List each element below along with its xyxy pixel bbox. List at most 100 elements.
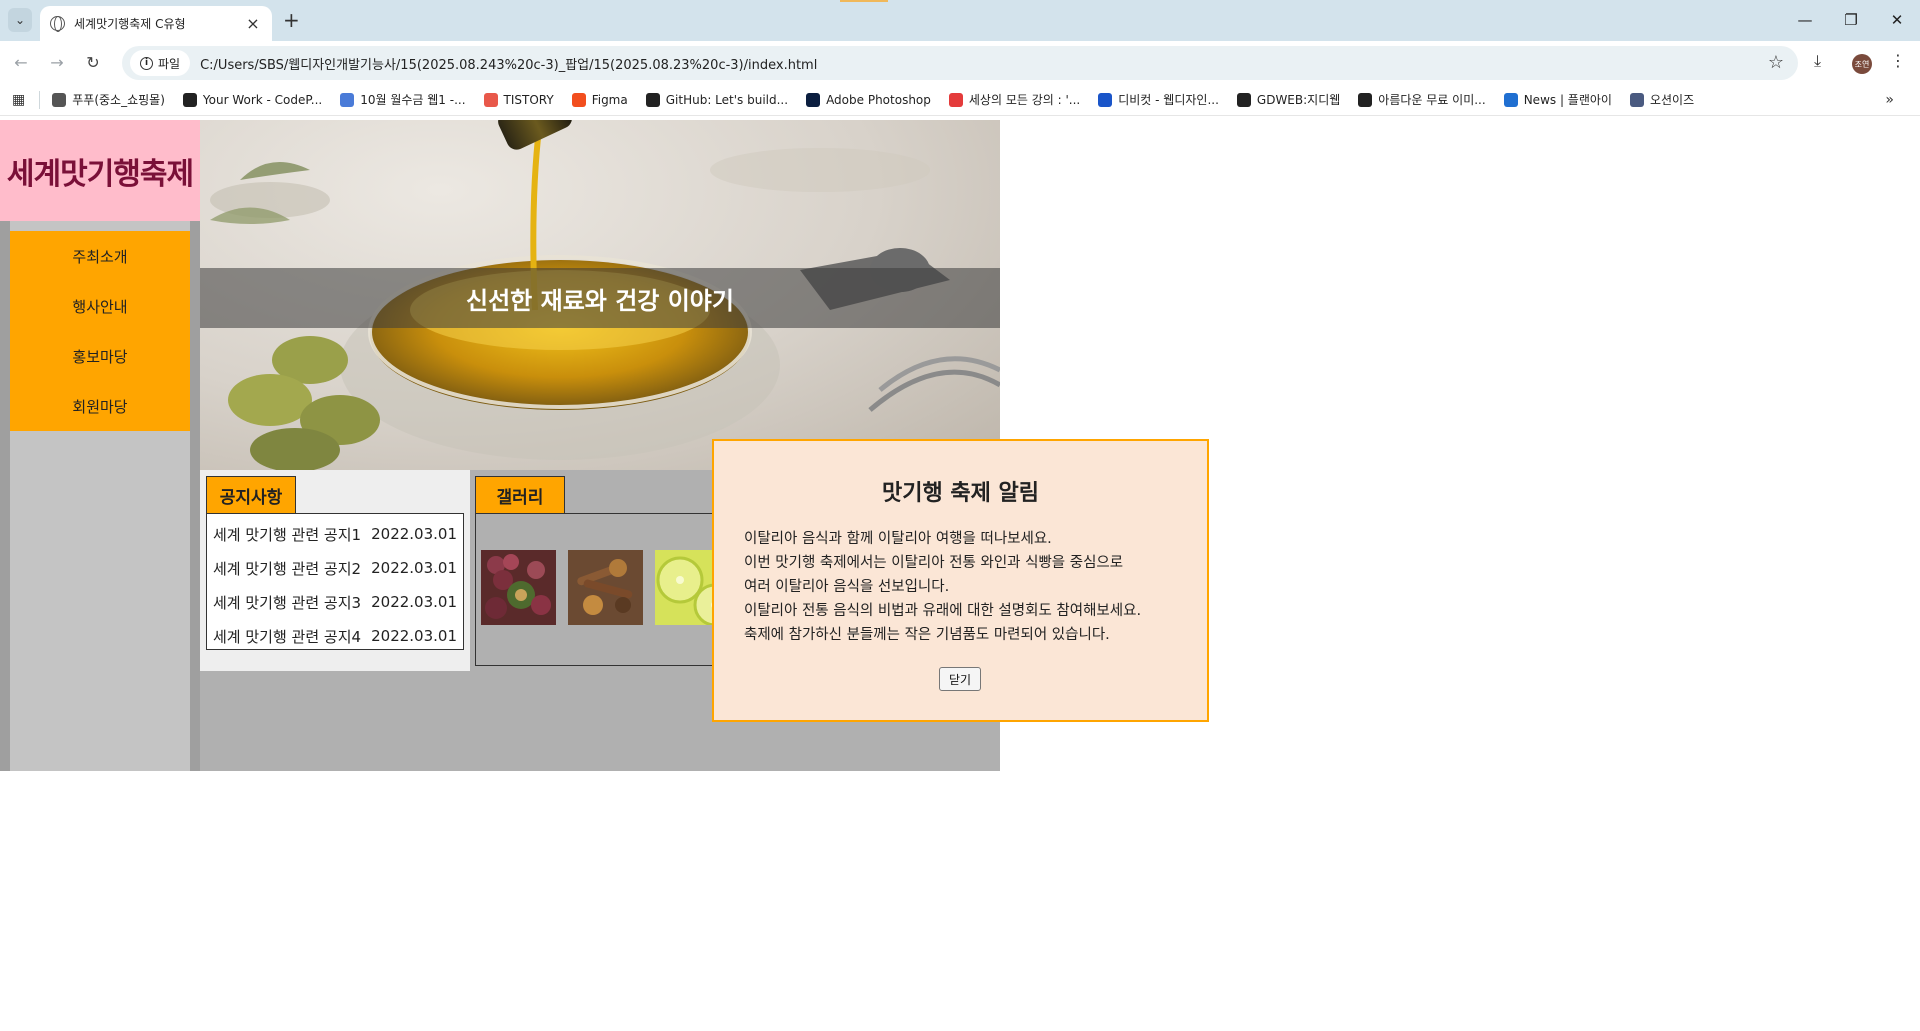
photoshop-icon: [806, 92, 821, 107]
hero-title: 신선한 재료와 건강 이야기: [466, 286, 734, 315]
address-bar[interactable]: i 파일 C:/Users/SBS/웹디자인개발기능사/15(2025.08.2…: [122, 46, 1798, 80]
bookmark-label: 디비컷 - 웹디자인...: [1118, 93, 1219, 107]
bookmark-label: 10월 월수금 웹1 -...: [360, 93, 466, 107]
gallery-tab[interactable]: 갤러리: [475, 476, 565, 514]
new-tab-plus-icon[interactable]: +: [283, 9, 300, 31]
notice-row[interactable]: 세계 맛기행 관련 공지4 2022.03.01: [207, 619, 463, 653]
tistory-icon: [483, 92, 498, 107]
bookmark-item[interactable]: Your Work - CodeP...: [182, 92, 322, 107]
apps-grid-icon[interactable]: ▦: [12, 92, 25, 108]
hero-slide: 신선한 재료와 건강 이야기: [200, 120, 1000, 470]
bookmark-label: 푸푸(중소_쇼핑몰): [72, 93, 165, 107]
gallery-thumb-grapes[interactable]: [481, 550, 556, 625]
unsplash-icon: [1358, 92, 1373, 107]
popup-line: 이번 맛기행 축제에서는 이탈리아 전통 와인과 식빵을 중심으로: [744, 555, 1124, 571]
bookmark-item[interactable]: GDWEB:지디웹: [1236, 91, 1341, 108]
gdweb-icon: [1236, 92, 1251, 107]
popup-line: 여러 이탈리아 음식을 선보입니다.: [744, 579, 950, 595]
bookmark-item[interactable]: News | 플랜아이: [1503, 91, 1612, 108]
popup-body: 이탈리아 음식과 함께 이탈리아 여행을 떠나보세요. 이번 맛기행 축제에서는…: [744, 527, 1194, 647]
notice-title[interactable]: 세계 맛기행 관련 공지2: [213, 558, 361, 579]
bookmark-label: 아름다운 무료 이미...: [1378, 93, 1486, 107]
bookmark-label: News | 플랜아이: [1523, 93, 1612, 107]
gallery-thumb-spices[interactable]: [568, 550, 643, 625]
bookmark-label: GDWEB:지디웹: [1256, 93, 1341, 107]
download-icon[interactable]: ⤓: [1814, 51, 1821, 71]
notice-date: 2022.03.01: [371, 627, 457, 645]
bookmark-item[interactable]: 푸푸(중소_쇼핑몰): [52, 91, 165, 108]
popup-line: 이탈리아 전통 음식의 비법과 유래에 대한 설명회도 참여해보세요.: [744, 603, 1142, 619]
info-icon: [1503, 92, 1518, 107]
globe-icon: [50, 16, 65, 32]
bookmark-item[interactable]: 세상의 모든 강의 : '...: [948, 91, 1081, 108]
bookmark-item[interactable]: Adobe Photoshop: [806, 92, 931, 107]
bookmark-item[interactable]: GitHub: Let's build...: [645, 92, 789, 107]
hero-title-band: 신선한 재료와 건강 이야기: [200, 268, 1000, 328]
bookmark-item[interactable]: 디비컷 - 웹디자인...: [1098, 91, 1219, 108]
restore-icon[interactable]: ❐: [1828, 0, 1874, 40]
folder-icon: [52, 92, 67, 107]
minimize-icon[interactable]: —: [1782, 0, 1828, 40]
popup-title: 맛기행 축제 알림: [882, 481, 1039, 506]
bookmark-label: Figma: [591, 92, 628, 107]
menu-item-events[interactable]: 행사안내: [10, 281, 190, 331]
file-chip-label: 파일: [158, 56, 181, 71]
bookmark-label: Adobe Photoshop: [826, 92, 931, 107]
popup-line: 축제에 참가하신 분들께는 작은 기념품도 마련되어 있습니다.: [744, 627, 1110, 643]
popup-close-button[interactable]: 닫기: [939, 667, 981, 691]
forward-arrow-icon[interactable]: →: [46, 51, 68, 73]
site-info-chip[interactable]: i 파일: [130, 50, 191, 76]
menu-item-host[interactable]: 주최소개: [10, 231, 190, 281]
play-icon: [948, 92, 963, 107]
notice-tab[interactable]: 공지사항: [206, 476, 296, 514]
tab-close-icon[interactable]: ×: [244, 14, 262, 33]
bookmark-item[interactable]: 오션이즈: [1629, 91, 1695, 108]
bookmark-star-icon[interactable]: ☆: [1768, 52, 1784, 73]
codepen-icon: [182, 92, 197, 107]
browser-toolbar: ← → ↻ i 파일 C:/Users/SBS/웹디자인개발기능사/15(202…: [0, 41, 1920, 84]
main-menu: 주최소개 행사안내 홍보마당 회원마당: [10, 231, 190, 431]
sidebar: 주최소개 행사안내 홍보마당 회원마당: [0, 221, 200, 771]
menu-item-members[interactable]: 회원마당: [10, 381, 190, 431]
notice-list: 세계 맛기행 관련 공지1 2022.03.01 세계 맛기행 관련 공지2 2…: [206, 513, 464, 650]
bookmark-item[interactable]: TISTORY: [483, 92, 554, 107]
notice-row[interactable]: 세계 맛기행 관련 공지2 2022.03.01: [207, 551, 463, 585]
bookmark-item[interactable]: Figma: [571, 92, 628, 107]
bookmarks-overflow-icon[interactable]: »: [1885, 92, 1894, 108]
info-icon: i: [140, 56, 153, 70]
tab-bar-accent: [840, 0, 888, 2]
back-arrow-icon[interactable]: ←: [10, 51, 32, 73]
notice-date: 2022.03.01: [371, 525, 457, 543]
notice-title[interactable]: 세계 맛기행 관련 공지3: [213, 592, 361, 613]
site-logo[interactable]: 세계맛기행축제: [7, 149, 194, 193]
notice-row[interactable]: 세계 맛기행 관련 공지1 2022.03.01: [207, 517, 463, 551]
notice-title[interactable]: 세계 맛기행 관련 공지1: [213, 524, 361, 545]
notice-date: 2022.03.01: [371, 559, 457, 577]
tab-title: 세계맛기행축제 C유형: [74, 17, 186, 31]
tab-search-chevron-icon[interactable]: ⌄: [8, 8, 32, 32]
window-close-icon[interactable]: ✕: [1874, 0, 1920, 40]
figma-icon: [571, 92, 586, 107]
bookmark-label: 오션이즈: [1649, 93, 1695, 107]
browser-tab-bar: ⌄ 세계맛기행축제 C유형 × + — ❐ ✕: [0, 0, 1920, 41]
bookmarks-divider: [39, 90, 41, 109]
menu-item-promotion[interactable]: 홍보마당: [10, 331, 190, 381]
profile-avatar[interactable]: 조연: [1852, 54, 1872, 74]
bookmark-label: 세상의 모든 강의 : '...: [968, 93, 1081, 107]
url-text[interactable]: C:/Users/SBS/웹디자인개발기능사/15(2025.08.243%20…: [200, 54, 817, 73]
notice-row[interactable]: 세계 맛기행 관련 공지3 2022.03.01: [207, 585, 463, 619]
notice-title[interactable]: 세계 맛기행 관련 공지4: [213, 626, 361, 647]
notice-section: 공지사항 세계 맛기행 관련 공지1 2022.03.01 세계 맛기행 관련 …: [200, 470, 470, 671]
bookmark-item[interactable]: 아름다운 무료 이미...: [1358, 91, 1486, 108]
more-menu-icon[interactable]: ⋮: [1890, 51, 1906, 70]
page-viewport: 세계맛기행축제 주최소개 행사안내 홍보마당 회원마당 신선한 재료와 건강 이…: [0, 117, 1920, 1031]
logo-area: 세계맛기행축제: [0, 120, 200, 221]
popup-line: 이탈리아 음식과 함께 이탈리아 여행을 떠나보세요.: [744, 531, 1052, 547]
github-icon: [645, 92, 660, 107]
reload-icon[interactable]: ↻: [82, 51, 104, 73]
browser-tab-active[interactable]: 세계맛기행축제 C유형 ×: [40, 6, 272, 41]
bookmark-label: GitHub: Let's build...: [665, 92, 789, 107]
bookmark-item[interactable]: 10월 월수금 웹1 -...: [340, 91, 466, 108]
oceanis-icon: [1629, 92, 1644, 107]
bookmark-label: TISTORY: [503, 92, 554, 107]
